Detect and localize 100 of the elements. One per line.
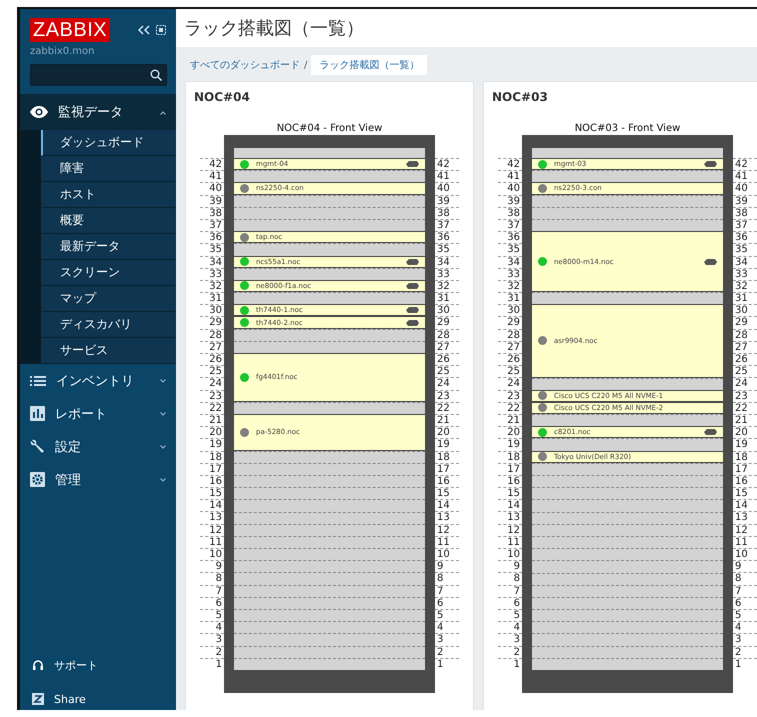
unit-number: 34 (733, 256, 757, 268)
router-icon (406, 161, 419, 168)
unit-number: 16 (733, 474, 757, 488)
unit-number: 1 (435, 658, 459, 670)
unit-number: 31 (435, 292, 459, 304)
gear-icon (30, 472, 45, 487)
menu-item[interactable]: 監視データ (20, 94, 176, 130)
unit-number: 39 (733, 194, 757, 207)
router-icon (406, 282, 419, 289)
search-field[interactable] (30, 64, 167, 86)
unit-number: 28 (733, 328, 757, 341)
caret-down-icon (160, 412, 166, 416)
unit-number: 41 (733, 170, 757, 182)
caret-down-icon (160, 445, 166, 449)
headset-icon (32, 659, 44, 671)
router-icon (406, 307, 419, 314)
unit-number: 6 (435, 596, 459, 609)
unit-number: 6 (733, 596, 757, 609)
submenu-item[interactable]: 障害 (41, 156, 176, 182)
unit-number: 21 (733, 414, 757, 426)
caret-down-icon (160, 478, 166, 482)
router-icon (406, 320, 419, 326)
unit-number: 3 (435, 633, 459, 646)
menu-item[interactable]: レポート (20, 397, 176, 430)
unit-number: 19 (435, 438, 459, 450)
unit-number: 41 (435, 170, 459, 182)
unit-number: 11 (435, 536, 459, 548)
menu-item[interactable]: インベントリ (20, 364, 176, 397)
unit-number: 7 (435, 584, 459, 597)
unit-number: 15 (733, 487, 757, 500)
caret-down-icon (160, 379, 166, 383)
unit-number: 29 (733, 316, 757, 329)
unit-number: 42 (733, 158, 757, 170)
unit-number: 36 (435, 231, 459, 244)
logo: ZABBIX (30, 18, 110, 42)
unit-number: 40 (435, 182, 459, 195)
unit-number: 8 (733, 572, 757, 585)
unit-number: 42 (435, 158, 459, 170)
unit-number: 40 (733, 182, 757, 195)
collapse-icon[interactable] (138, 25, 150, 35)
fullscreen-icon[interactable] (156, 25, 166, 35)
footer-link[interactable]: Share (20, 682, 176, 710)
bar-chart-icon (30, 406, 45, 421)
unit-number: 8 (435, 572, 459, 585)
unit-number: 10 (733, 548, 757, 560)
unit-number: 26 (733, 353, 757, 366)
submenu-item[interactable]: スクリーン (41, 260, 176, 286)
unit-number: 36 (733, 231, 757, 244)
unit-number: 20 (435, 426, 459, 438)
unit-number: 11 (733, 536, 757, 548)
unit-number: 1 (733, 658, 757, 670)
unit-number: 24 (435, 377, 459, 390)
unit-number: 26 (435, 353, 459, 366)
submenu-item[interactable]: マップ (41, 286, 176, 312)
submenu-item[interactable]: 概要 (41, 208, 176, 234)
unit-number: 5 (733, 608, 757, 622)
submenu-item[interactable]: ディスカバリ (41, 312, 176, 338)
unit-number: 38 (733, 206, 757, 219)
unit-number: 39 (435, 194, 459, 207)
unit-number: 10 (435, 548, 459, 560)
unit-number: 23 (435, 390, 459, 402)
breadcrumb-link[interactable]: すべてのダッシュボード (190, 58, 300, 72)
unit-number: 24 (733, 377, 757, 390)
submenu-item[interactable]: 最新データ (41, 234, 176, 260)
wrench-icon (30, 439, 45, 454)
menu-item[interactable]: 管理 (20, 463, 176, 496)
unit-number: 31 (733, 292, 757, 304)
unit-number: 33 (435, 268, 459, 280)
unit-number: 32 (733, 280, 757, 292)
unit-number: 37 (733, 218, 757, 232)
unit-number: 14 (733, 499, 757, 512)
menu-item[interactable]: 設定 (20, 430, 176, 463)
unit-number: 2 (435, 646, 459, 658)
share-icon (32, 693, 44, 705)
unit-number: 9 (435, 560, 459, 572)
panel-title: NOC#03 (492, 90, 549, 104)
unit-number: 30 (435, 304, 459, 316)
unit-number: 28 (435, 328, 459, 341)
unit-number: 18 (733, 450, 757, 463)
unit-number: 22 (733, 402, 757, 414)
unit-number: 9 (733, 560, 757, 572)
unit-number: 23 (733, 390, 757, 402)
search-icon (150, 69, 162, 81)
unit-number: 7 (733, 584, 757, 597)
unit-number: 15 (435, 487, 459, 500)
unit-number: 20 (733, 426, 757, 438)
unit-number: 21 (435, 414, 459, 426)
unit-number: 18 (435, 450, 459, 463)
unit-number: 4 (435, 621, 459, 634)
unit-number: 37 (435, 218, 459, 232)
unit-number: 16 (435, 474, 459, 488)
list-icon (30, 374, 46, 386)
footer-link[interactable]: サポート (20, 648, 176, 682)
unit-number: 33 (733, 268, 757, 280)
submenu-item[interactable]: ホスト (41, 182, 176, 208)
rack-view-title: NOC#04 - Front View (276, 123, 384, 134)
submenu-item[interactable]: ダッシュボード (41, 130, 176, 156)
submenu-item[interactable]: サービス (41, 338, 176, 364)
unit-number: 30 (733, 304, 757, 316)
unit-number: 14 (435, 499, 459, 512)
